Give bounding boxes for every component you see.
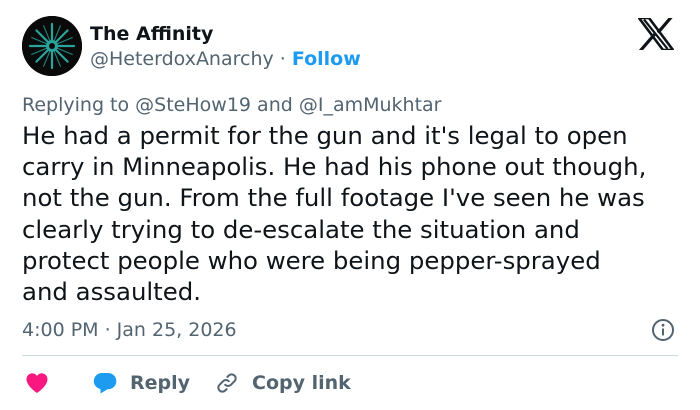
follow-button[interactable]: Follow	[292, 48, 361, 70]
copy-link-label: Copy link	[252, 372, 351, 394]
like-button[interactable]	[25, 368, 49, 398]
link-icon	[217, 373, 237, 393]
avatar[interactable]	[22, 16, 82, 76]
reply-label: Reply	[130, 372, 191, 394]
mention-link[interactable]: @SteHow19	[135, 94, 251, 116]
copy-link-button[interactable]: Copy link	[215, 368, 351, 398]
reply-prefix: Replying to	[22, 94, 130, 116]
author-handle-row: @HeterdoxAnarchy · Follow	[90, 47, 361, 71]
author-name[interactable]: The Affinity	[90, 22, 213, 46]
divider	[22, 355, 678, 356]
mention-link[interactable]: @I_amMukhtar	[299, 94, 442, 116]
reply-button[interactable]: Reply	[92, 368, 190, 398]
tweet-timestamp[interactable]: 4:00 PM · Jan 25, 2026	[22, 318, 237, 342]
speech-bubble-icon	[93, 373, 117, 394]
x-logo-icon[interactable]	[638, 18, 674, 50]
tweet-text: He had a permit for the gun and it's leg…	[22, 121, 647, 307]
starburst-avatar-icon	[22, 16, 82, 76]
heart-icon	[26, 373, 48, 393]
reply-conjunction: and	[257, 94, 293, 116]
reply-context: Replying to @SteHow19 and @I_amMukhtar	[22, 93, 441, 117]
author-handle[interactable]: @HeterdoxAnarchy	[90, 48, 274, 70]
separator-dot: ·	[279, 48, 286, 70]
info-icon[interactable]	[651, 318, 675, 342]
